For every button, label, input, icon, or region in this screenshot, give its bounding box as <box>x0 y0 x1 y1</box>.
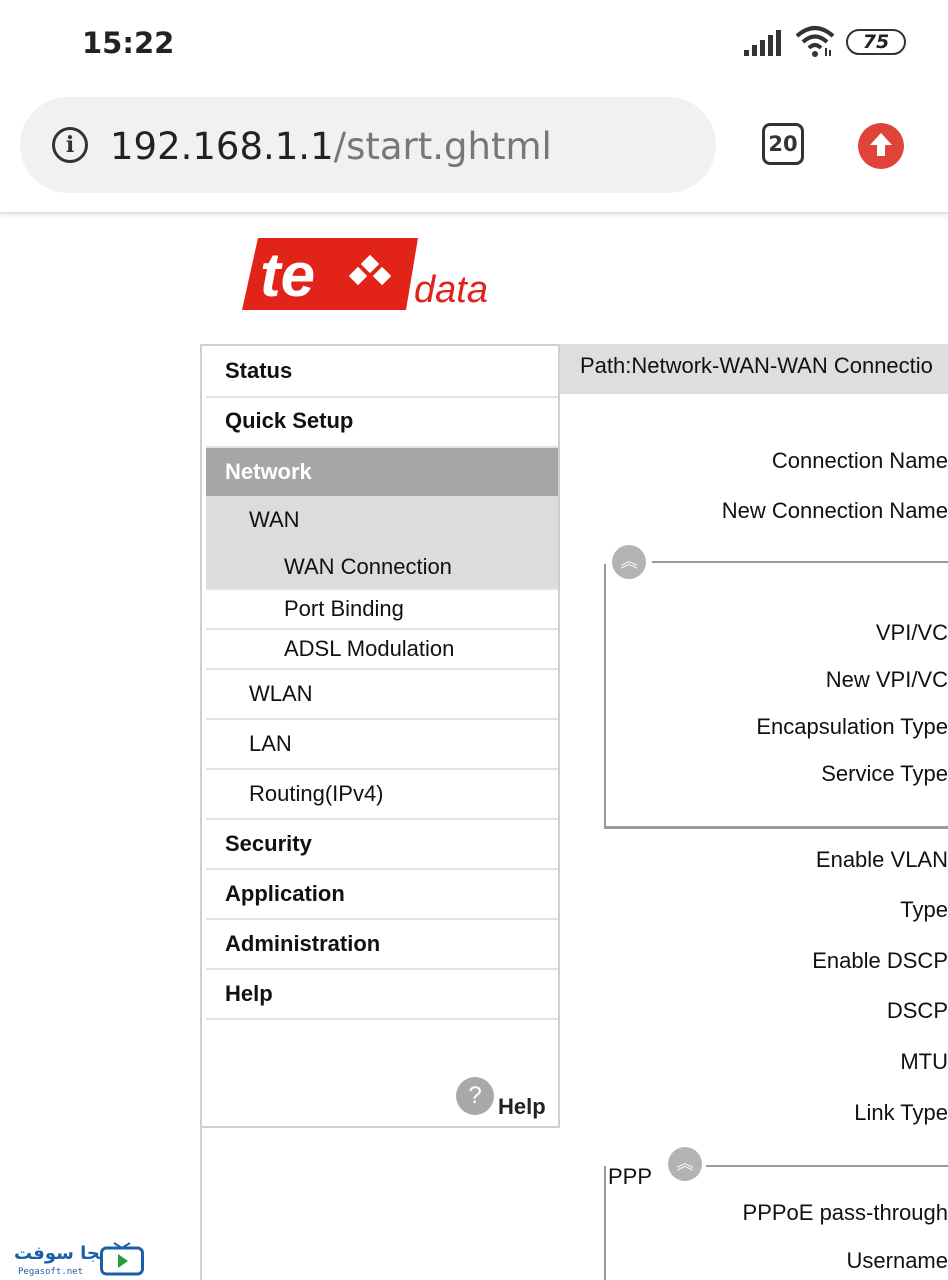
connection-name-label: Connection Name <box>771 448 948 473</box>
sidebar-item-wan[interactable]: WAN <box>206 496 558 544</box>
username-label: Username <box>846 1248 948 1273</box>
group-border <box>706 1165 948 1167</box>
collapse-icon[interactable]: ︽ <box>612 545 646 579</box>
help-link[interactable]: Help <box>498 1094 546 1120</box>
url-path: /start.ghtml <box>333 125 552 168</box>
ppp-group-title: PPP <box>608 1164 653 1189</box>
info-icon[interactable]: i <box>52 127 88 163</box>
help-icon[interactable]: ? <box>456 1077 494 1115</box>
service-type-label: Service Type <box>821 761 948 786</box>
wan-connection-form: Connection Name New Connection Name ︽ VP… <box>560 394 948 1280</box>
sidebar-item-status[interactable]: Status <box>206 348 558 398</box>
watermark-site: Pegasoft.net <box>18 1267 84 1277</box>
sidebar-item-security[interactable]: Security <box>206 820 558 870</box>
battery-icon: 75 <box>846 29 906 55</box>
sidebar-item-network[interactable]: Network <box>206 448 558 496</box>
collapse-icon[interactable]: ︽ <box>668 1147 702 1181</box>
sidebar-item-help[interactable]: Help <box>206 970 558 1020</box>
clock: 15:22 <box>82 26 175 60</box>
url-host: 192.168.1.1 <box>110 125 334 168</box>
sidebar-item-wan-connection[interactable]: WAN Connection <box>206 544 558 590</box>
svg-text:te: te <box>260 241 315 310</box>
sidebar-item-wlan[interactable]: WLAN <box>206 670 558 720</box>
tv-play-icon <box>100 1242 144 1276</box>
sidebar-item-lan[interactable]: LAN <box>206 720 558 770</box>
mtu-label: MTU <box>900 1049 948 1074</box>
pppoe-pass-through-label: PPPoE pass-through <box>742 1200 948 1225</box>
sidebar-item-adsl-modulation[interactable]: ADSL Modulation <box>206 630 558 670</box>
link-type-label: Link Type <box>854 1100 948 1125</box>
tab-switcher-button[interactable]: 20 <box>762 123 804 165</box>
sidebar-item-administration[interactable]: Administration <box>206 920 558 970</box>
type-label: Type <box>900 897 948 922</box>
enable-vlan-label: Enable VLAN <box>815 847 948 872</box>
breadcrumb: Path:Network-WAN-WAN Connectio <box>560 344 948 394</box>
new-connection-name-label: New Connection Name <box>721 498 948 523</box>
sidebar-item-routing[interactable]: Routing(IPv4) <box>206 770 558 820</box>
group-border <box>604 826 948 829</box>
status-bar: 15:22 75 <box>0 0 948 90</box>
watermark-logo: بيجا سوفت <box>14 1243 114 1264</box>
sidebar-item-application[interactable]: Application <box>206 870 558 920</box>
te-data-logo: te data <box>242 238 488 311</box>
sidebar-menu: Status Quick Setup Network WAN WAN Conne… <box>200 344 560 1128</box>
signal-icon <box>744 30 781 56</box>
divider <box>200 1128 202 1280</box>
upload-icon[interactable] <box>858 123 904 169</box>
enable-dscp-label: Enable DSCP <box>812 948 948 973</box>
new-vpi-vci-label: New VPI/VC <box>825 667 948 692</box>
address-bar[interactable]: i 192.168.1.1/start.ghtml <box>20 97 716 193</box>
group-border <box>652 561 948 563</box>
vpi-vci-label: VPI/VC <box>875 620 948 645</box>
group-border <box>604 1166 606 1280</box>
encapsulation-type-label: Encapsulation Type <box>756 714 948 739</box>
group-border <box>604 564 606 828</box>
dscp-label: DSCP <box>886 998 948 1023</box>
sidebar-item-port-binding[interactable]: Port Binding <box>206 590 558 630</box>
sidebar-item-quick-setup[interactable]: Quick Setup <box>206 398 558 448</box>
svg-text:data: data <box>414 269 488 311</box>
wifi-icon <box>795 26 835 57</box>
url-text[interactable]: 192.168.1.1/start.ghtml <box>110 125 552 168</box>
browser-toolbar: i 192.168.1.1/start.ghtml 20 <box>0 90 948 214</box>
